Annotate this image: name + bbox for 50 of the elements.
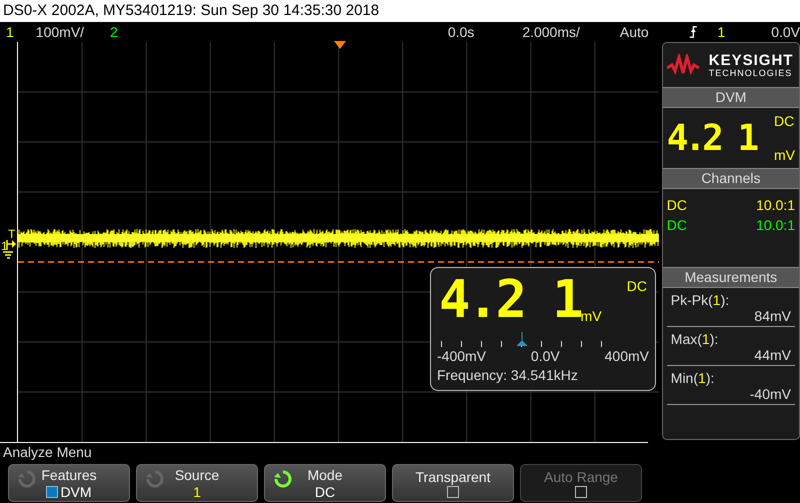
trigger-mode: Auto xyxy=(620,24,649,40)
measurement-value: -40mV xyxy=(748,386,791,404)
channel-coupling: DC xyxy=(666,197,688,213)
unit-label: mV xyxy=(774,147,795,163)
coupling-label: DC xyxy=(626,278,647,294)
cycle-icon xyxy=(273,469,293,489)
trigger-level: 0.0V xyxy=(771,24,800,40)
unit-label: mV xyxy=(580,308,602,324)
measurement-value: 84mV xyxy=(753,308,791,326)
scale-label: -400mV xyxy=(437,348,486,364)
brand-name: KEYSIGHT xyxy=(708,52,794,68)
ground-icon xyxy=(3,238,16,260)
probe-ratio: 10.0:1 xyxy=(756,217,795,233)
softkey-value: DVM xyxy=(60,484,92,500)
vertical-scale: 100mV/ xyxy=(36,24,84,40)
softkey-value: 1 xyxy=(193,484,201,500)
dvm-reading: 4.2 1 xyxy=(439,270,581,330)
channel-label[interactable]: 1 xyxy=(6,24,14,40)
window-title: DS0-X 2002A, MY53401219: Sun Sep 30 14:35:30 2018 xyxy=(0,0,800,22)
channel-marker: 1 xyxy=(1,239,8,253)
softkey[interactable]: Source 1 xyxy=(136,464,258,502)
trigger-position-marker xyxy=(334,41,346,49)
softkey[interactable]: Features DVM xyxy=(8,464,130,502)
probe-ratio: 10.0:1 xyxy=(756,197,795,213)
channel-coupling: DC xyxy=(666,217,688,233)
measurement-label: Pk-Pk(1): xyxy=(670,291,730,308)
scale-label: 400mV xyxy=(604,348,649,364)
softkey-value: DC xyxy=(314,484,336,500)
cycle-icon xyxy=(145,469,165,489)
softkey[interactable]: Transparent xyxy=(392,464,514,502)
section-header: Channels xyxy=(662,168,799,189)
menu-title: Analyze Menu xyxy=(0,442,648,461)
measurement-label: Min(1): xyxy=(670,369,716,386)
frequency-readout: Frequency: 34.541kHz xyxy=(436,366,579,385)
measurement-label: Max(1): xyxy=(670,330,720,347)
dvm-reading: 4.2 1 xyxy=(666,118,756,158)
softkey[interactable]: Mode DC xyxy=(264,464,386,502)
cycle-icon xyxy=(17,469,37,489)
section-header: DVM xyxy=(662,87,799,108)
measurement-value: 44mV xyxy=(753,347,791,365)
timebase-value: 2.000ms/ xyxy=(522,24,580,40)
section-header: Measurements xyxy=(662,267,799,288)
coupling-label: DC xyxy=(774,113,795,129)
trigger-edge-icon xyxy=(688,25,698,39)
delay-value: 0.0s xyxy=(448,24,474,40)
brand-tagline: TECHNOLOGIES xyxy=(708,68,794,78)
scale-label: 0.0V xyxy=(530,348,560,364)
trigger-source: 1 xyxy=(717,24,726,40)
trigger-level-marker: T xyxy=(8,227,16,241)
channel-label[interactable]: 2 xyxy=(110,24,118,40)
